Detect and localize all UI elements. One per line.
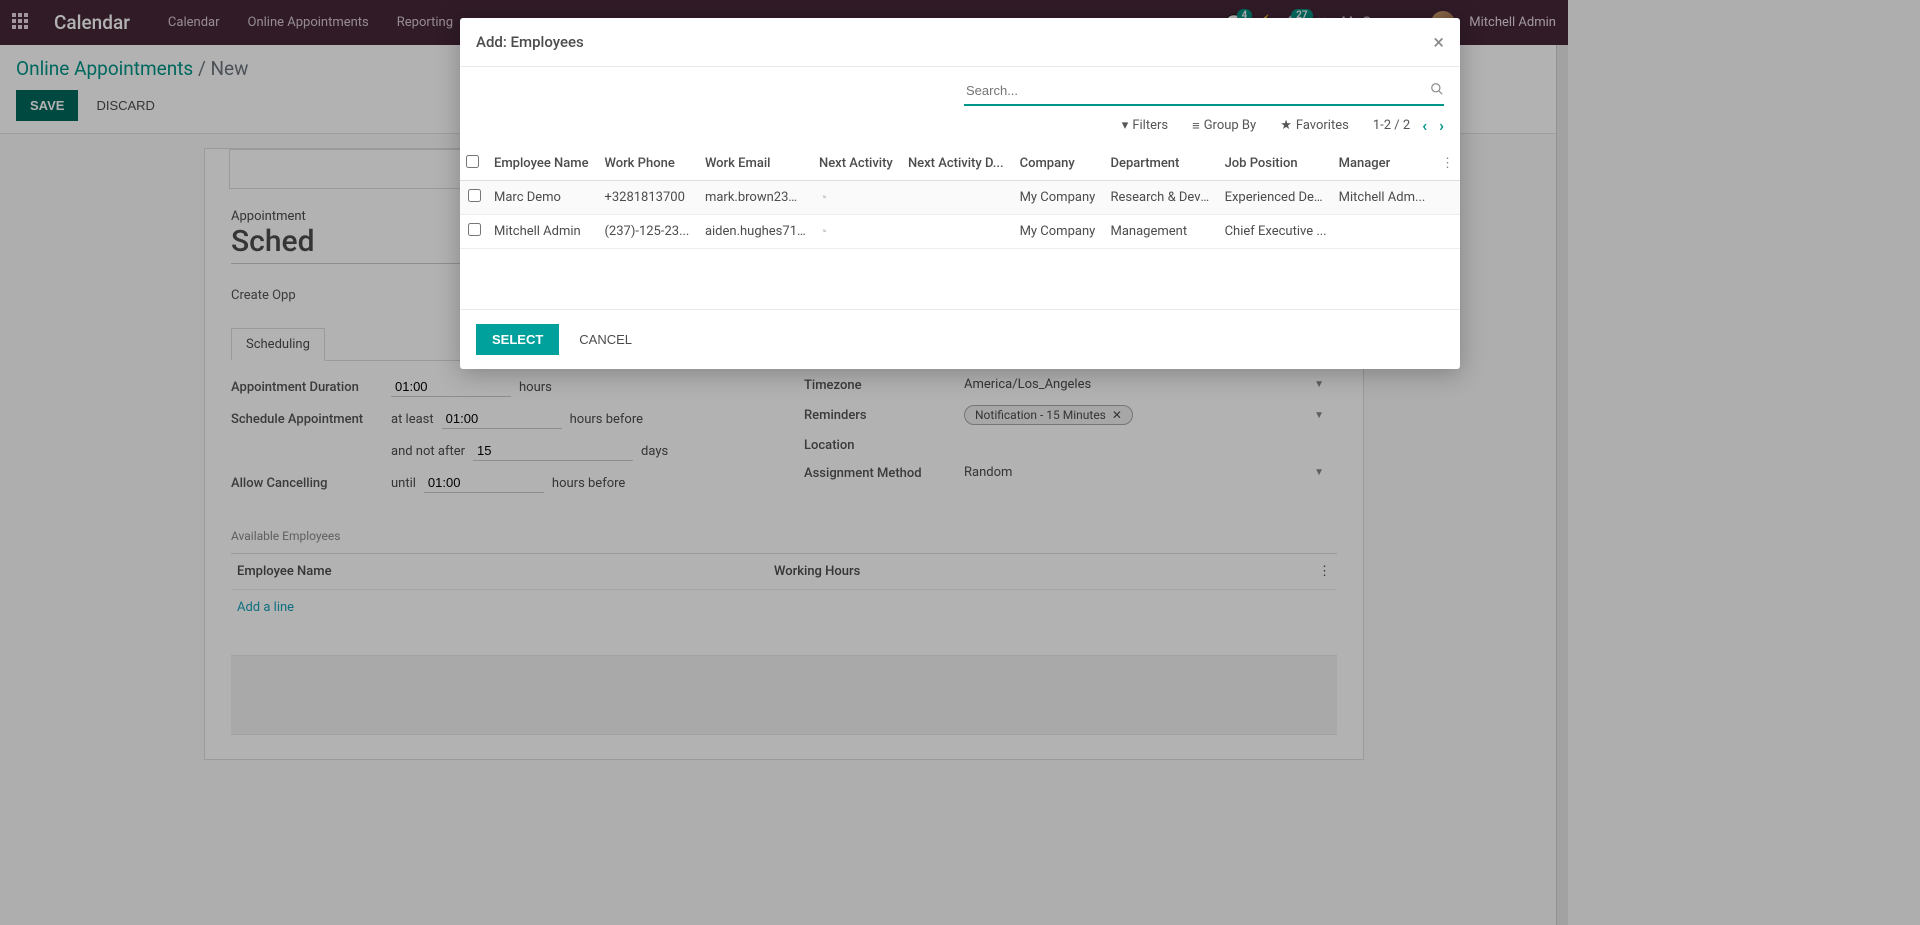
clock-icon: ◔ bbox=[819, 190, 827, 206]
cell-email: aiden.hughes71... bbox=[699, 215, 813, 249]
cell-phone: (237)-125-23... bbox=[598, 215, 698, 249]
row-checkbox[interactable] bbox=[468, 223, 481, 236]
select-all-checkbox[interactable] bbox=[466, 155, 479, 168]
filter-icon: ▾ bbox=[1122, 118, 1129, 133]
cell-job: Experienced Dev... bbox=[1219, 181, 1333, 215]
cell-name: Mitchell Admin bbox=[488, 215, 598, 249]
row-checkbox[interactable] bbox=[468, 189, 481, 202]
pager-text: 1-2 / 2 bbox=[1373, 118, 1410, 133]
kebab-icon[interactable]: ⋮ bbox=[1435, 147, 1460, 181]
cell-name: Marc Demo bbox=[488, 181, 598, 215]
select-button[interactable]: SELECT bbox=[476, 324, 559, 355]
table-row[interactable]: Marc Demo +3281813700 mark.brown23@... ◔… bbox=[460, 181, 1460, 215]
col-work-phone[interactable]: Work Phone bbox=[598, 147, 698, 181]
cell-job: Chief Executive ... bbox=[1219, 215, 1333, 249]
table-row[interactable]: Mitchell Admin (237)-125-23... aiden.hug… bbox=[460, 215, 1460, 249]
filters-button[interactable]: ▾Filters bbox=[1122, 118, 1168, 134]
cell-email: mark.brown23@... bbox=[699, 181, 813, 215]
clock-icon: ◔ bbox=[819, 224, 827, 240]
groupby-button[interactable]: ≡Group By bbox=[1192, 118, 1256, 134]
col-next-activity-date[interactable]: Next Activity D... bbox=[902, 147, 1014, 181]
groupby-icon: ≡ bbox=[1192, 118, 1200, 134]
col-next-activity[interactable]: Next Activity bbox=[813, 147, 902, 181]
pager-next-icon[interactable]: › bbox=[1439, 116, 1444, 135]
col-manager[interactable]: Manager bbox=[1333, 147, 1435, 181]
col-department[interactable]: Department bbox=[1105, 147, 1219, 181]
star-icon: ★ bbox=[1280, 118, 1292, 133]
cell-phone: +3281813700 bbox=[598, 181, 698, 215]
close-icon[interactable]: × bbox=[1433, 32, 1444, 52]
cell-manager bbox=[1333, 215, 1435, 249]
cell-manager: Mitchell Adm... bbox=[1333, 181, 1435, 215]
search-input[interactable] bbox=[964, 77, 1430, 104]
cell-department: Research & Deve... bbox=[1105, 181, 1219, 215]
col-employee-name[interactable]: Employee Name bbox=[488, 147, 598, 181]
col-job-position[interactable]: Job Position bbox=[1219, 147, 1333, 181]
employees-table: Employee Name Work Phone Work Email Next… bbox=[460, 147, 1460, 249]
add-employees-modal: Add: Employees × ▾Filters ≡Group By ★Fav… bbox=[460, 18, 1460, 369]
cancel-button[interactable]: CANCEL bbox=[569, 324, 642, 355]
modal-title: Add: Employees bbox=[476, 33, 584, 51]
cell-company: My Company bbox=[1014, 215, 1105, 249]
search-icon[interactable] bbox=[1430, 82, 1444, 100]
col-work-email[interactable]: Work Email bbox=[699, 147, 813, 181]
cell-company: My Company bbox=[1014, 181, 1105, 215]
favorites-button[interactable]: ★Favorites bbox=[1280, 118, 1349, 134]
cell-department: Management bbox=[1105, 215, 1219, 249]
col-company[interactable]: Company bbox=[1014, 147, 1105, 181]
pager-prev-icon[interactable]: ‹ bbox=[1422, 116, 1427, 135]
